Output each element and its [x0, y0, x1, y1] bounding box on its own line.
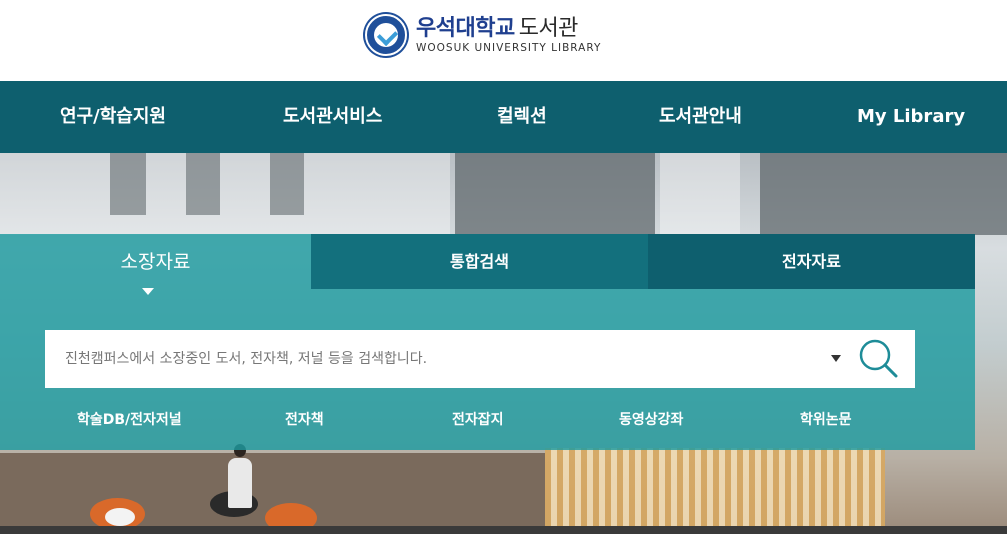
pillar	[110, 153, 146, 215]
search-button[interactable]	[857, 338, 901, 380]
quick-link-emagazine[interactable]: 전자잡지	[452, 410, 504, 430]
logo-english: WOOSUK UNIVERSITY LIBRARY	[416, 41, 602, 54]
logo-korean-sub: 도서관	[518, 15, 579, 41]
main-nav: 연구/학습지원 도서관서비스 컬렉션 도서관안내 My Library	[0, 81, 1007, 153]
active-tab-caret-icon	[142, 288, 154, 295]
seated-person	[228, 444, 252, 508]
nav-item-guide[interactable]: 도서관안내	[659, 81, 742, 153]
quick-link-ebook[interactable]: 전자책	[285, 410, 324, 430]
nav-item-my-library[interactable]: My Library	[857, 81, 965, 153]
tab-holdings[interactable]: 소장자료	[0, 234, 311, 289]
library-logo[interactable]: 우석대학교 도서관 WOOSUK UNIVERSITY LIBRARY	[365, 14, 601, 56]
search-box	[45, 330, 915, 388]
tab-e-resources[interactable]: 전자자료	[648, 234, 975, 289]
magnifier-icon	[859, 339, 898, 378]
logo-korean: 우석대학교	[416, 15, 515, 41]
staircase	[545, 448, 885, 534]
bookshelf	[455, 153, 655, 235]
pillar	[270, 153, 304, 215]
tab-integrated-search[interactable]: 통합검색	[311, 234, 648, 289]
caret-down-icon[interactable]	[831, 355, 841, 362]
search-input[interactable]	[45, 330, 815, 388]
quick-link-thesis[interactable]: 학위논문	[800, 410, 852, 430]
nav-item-services[interactable]: 도서관서비스	[283, 81, 382, 153]
nav-item-research[interactable]: 연구/학습지원	[60, 81, 166, 153]
nav-item-collection[interactable]: 컬렉션	[497, 81, 547, 153]
site-header: 우석대학교 도서관 WOOSUK UNIVERSITY LIBRARY	[0, 0, 1007, 81]
glass-railing	[0, 153, 450, 235]
logo-title: 우석대학교 도서관	[416, 16, 601, 42]
pillar	[186, 153, 220, 215]
quick-link-video-lecture[interactable]: 동영상강좌	[619, 410, 683, 430]
white-seat	[105, 508, 135, 526]
university-seal-icon	[365, 14, 407, 56]
window	[660, 153, 740, 235]
logo-text: 우석대학교 도서관 WOOSUK UNIVERSITY LIBRARY	[416, 16, 601, 55]
search-panel: 소장자료 통합검색 전자자료 학술DB/전자저널 전자책 전자잡지 동영상강좌 …	[0, 234, 975, 450]
bookshelf	[760, 153, 1007, 235]
quick-link-academic-db[interactable]: 학술DB/전자저널	[77, 410, 182, 430]
bottom-strip	[0, 526, 1007, 534]
